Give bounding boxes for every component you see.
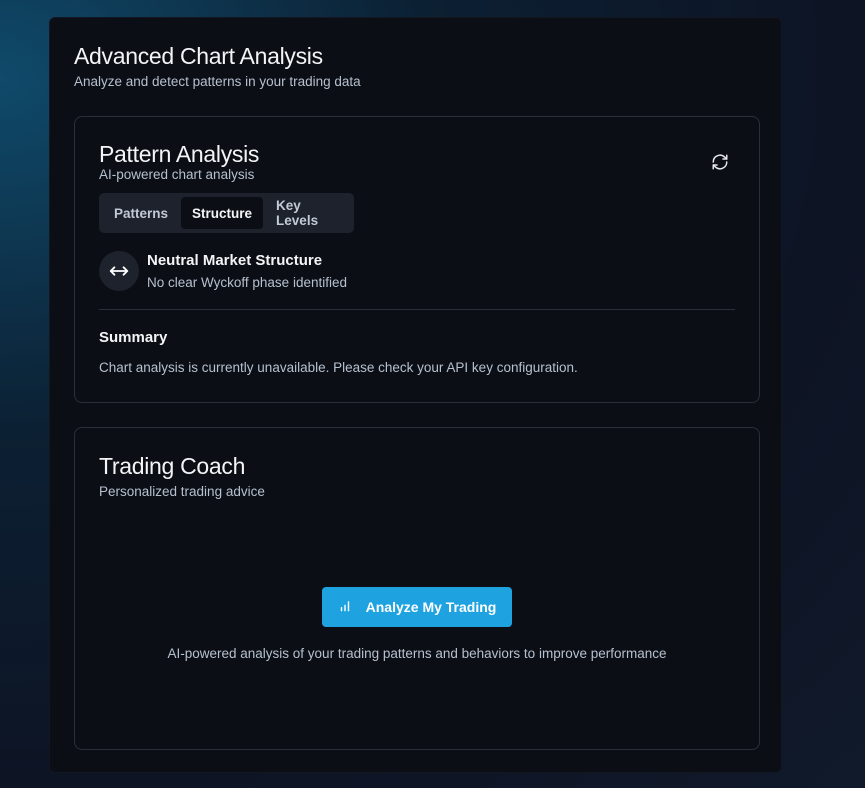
structure-title: Neutral Market Structure (147, 252, 323, 269)
summary-title: Summary (99, 329, 168, 346)
pattern-analysis-card: Pattern Analysis AI-powered chart analys… (74, 116, 760, 403)
analyze-button-label: Analyze My Trading (365, 599, 497, 615)
chart-analysis-panel: Advanced Chart Analysis Analyze and dete… (49, 17, 782, 773)
analysis-tabs: Patterns Structure Key Levels (99, 193, 354, 233)
pattern-analysis-title: Pattern Analysis (99, 141, 260, 167)
page-subtitle: Analyze and detect patterns in your trad… (74, 74, 361, 89)
pattern-analysis-subtitle: AI-powered chart analysis (99, 167, 255, 182)
tab-structure[interactable]: Structure (181, 197, 264, 229)
structure-description: No clear Wyckoff phase identified (147, 275, 347, 290)
trading-coach-subtitle: Personalized trading advice (99, 484, 265, 499)
divider (99, 309, 735, 310)
trading-coach-card: Trading Coach Personalized trading advic… (74, 427, 760, 750)
summary-text: Chart analysis is currently unavailable.… (99, 360, 578, 375)
refresh-icon[interactable] (711, 153, 729, 171)
trading-coach-title: Trading Coach (99, 453, 246, 479)
bar-chart-icon (338, 599, 352, 616)
page-title: Advanced Chart Analysis (74, 43, 323, 69)
trading-coach-description: AI-powered analysis of your trading patt… (167, 646, 667, 661)
analyze-my-trading-button[interactable]: Analyze My Trading (322, 587, 512, 627)
tab-patterns[interactable]: Patterns (103, 197, 179, 229)
tab-key-levels[interactable]: Key Levels (265, 197, 350, 229)
arrows-left-right-icon (99, 251, 139, 291)
